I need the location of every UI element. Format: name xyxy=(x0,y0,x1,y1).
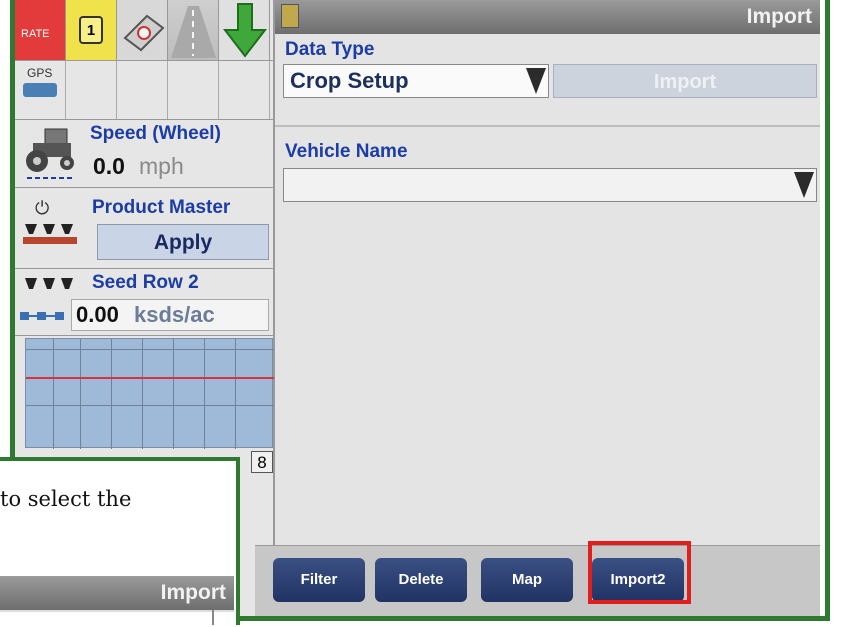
grid-line xyxy=(235,339,236,449)
grid-line xyxy=(26,405,274,406)
speed-widget[interactable]: Speed (Wheel) 0.0 mph xyxy=(15,119,273,188)
satellite-icon xyxy=(23,83,57,97)
callout-content xyxy=(0,610,234,627)
vehicle-name-dropdown[interactable] xyxy=(283,168,817,202)
page-title: Import xyxy=(746,5,812,28)
speed-unit: mph xyxy=(139,153,184,179)
seed-row-widget[interactable]: Seed Row 2 0.00 ksds/ac xyxy=(15,269,273,336)
grid-line xyxy=(204,339,205,449)
chevron-down-icon xyxy=(794,172,814,198)
callout-title: Import xyxy=(160,581,226,604)
title-bar: Import xyxy=(275,0,820,34)
product-master-title: Product Master xyxy=(92,197,231,218)
delete-button[interactable]: Delete xyxy=(375,558,467,602)
highlight-box xyxy=(588,541,691,604)
road-icon xyxy=(171,6,216,58)
seed-meter-icon xyxy=(23,224,77,244)
callout-title-bar: Import xyxy=(0,576,234,610)
grid-line xyxy=(53,339,54,449)
planter-icon xyxy=(123,14,165,52)
mode-indicator[interactable]: 1 xyxy=(66,0,117,60)
guidance-icon[interactable] xyxy=(168,0,219,60)
speed-title: Speed (Wheel) xyxy=(90,123,221,144)
import-button[interactable]: Import xyxy=(553,64,817,98)
status-bar: RATE 1 xyxy=(15,0,273,60)
monitor-icon[interactable] xyxy=(117,0,168,60)
data-type-label: Data Type xyxy=(285,39,375,60)
download-status[interactable] xyxy=(219,0,270,60)
apply-button[interactable]: Apply xyxy=(97,224,269,260)
status-slot xyxy=(66,61,117,119)
down-arrow-icon xyxy=(222,3,268,58)
grid-line xyxy=(26,349,274,350)
product-master-widget: ⏻ Product Master Apply xyxy=(15,188,273,269)
import-panel: Import Data Type Crop Setup Import Vehic… xyxy=(275,0,820,545)
file-icon xyxy=(281,4,299,28)
gps-status[interactable]: GPS xyxy=(15,61,66,119)
grid-line xyxy=(80,339,81,449)
vehicle-name-label: Vehicle Name xyxy=(285,141,408,162)
seed-rate-unit: ksds/ac xyxy=(134,302,215,327)
divider xyxy=(275,125,820,127)
mode-number: 1 xyxy=(79,16,103,44)
rate-status[interactable]: RATE xyxy=(15,0,66,60)
gps-row: GPS xyxy=(15,60,273,120)
grid-line xyxy=(142,339,143,449)
tractor-icon xyxy=(26,128,75,179)
grid-line xyxy=(173,339,174,449)
seed-rate-display: 0.00 ksds/ac xyxy=(71,299,269,331)
section-grid xyxy=(25,338,274,449)
rate-label: RATE xyxy=(21,28,50,40)
target-line xyxy=(26,377,274,379)
filter-button[interactable]: Filter xyxy=(273,558,365,602)
map-button[interactable]: Map xyxy=(481,558,573,602)
status-slot xyxy=(117,61,168,119)
seed-row-title: Seed Row 2 xyxy=(92,272,199,293)
bottom-toolbar: Filter Delete Map Import2 xyxy=(255,545,820,616)
data-type-value: Crop Setup xyxy=(290,68,409,93)
callout-side xyxy=(212,610,236,625)
seed-row-icon xyxy=(25,278,73,289)
status-slot xyxy=(168,61,219,119)
flow-icon xyxy=(20,312,64,320)
data-type-dropdown[interactable]: Crop Setup xyxy=(283,64,549,98)
status-slot xyxy=(219,61,270,119)
section-number: 8 xyxy=(251,451,273,473)
grid-line xyxy=(111,339,112,449)
power-icon: ⏻ xyxy=(35,198,50,218)
speed-value: 0.0 xyxy=(93,153,125,179)
seed-rate-value: 0.00 xyxy=(76,302,119,327)
callout-text: to select the xyxy=(0,487,132,511)
gps-label: GPS xyxy=(27,66,53,80)
callout-inset: to select the Import xyxy=(0,457,240,627)
chevron-down-icon xyxy=(526,68,546,94)
